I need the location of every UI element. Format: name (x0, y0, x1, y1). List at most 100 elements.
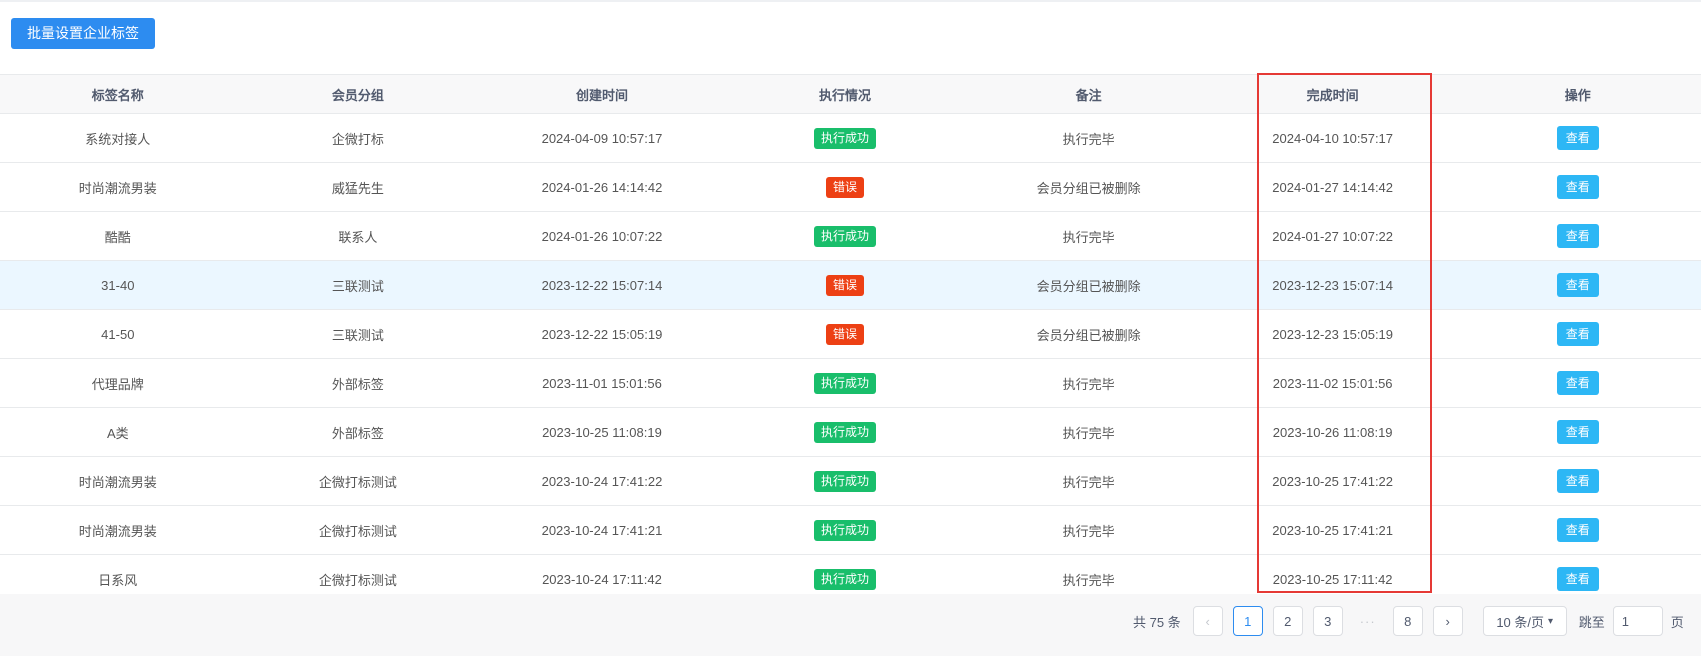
column-header-remark: 备注 (1075, 87, 1102, 103)
page-button-last[interactable]: 8 (1392, 606, 1423, 636)
cell-member-group: 企微打标测试 (318, 572, 397, 588)
cell-status: 错误 (724, 176, 967, 198)
status-badge: 执行成功 (814, 470, 877, 492)
status-badge: 错误 (826, 176, 865, 198)
cell-tag-name: 41-50 (101, 326, 135, 342)
page-size-value: 10 条/页 (1496, 614, 1545, 630)
cell-status: 执行成功 (724, 127, 967, 149)
cell-action: 查看 (1454, 371, 1701, 395)
table-row: 41-50 三联测试 2023-12-22 15:05:19 错误 会员分组已被删除 20… (0, 310, 1701, 359)
cell-remark: 执行完毕 (1062, 131, 1115, 147)
cell-status: 执行成功 (724, 372, 967, 394)
view-button[interactable]: 查看 (1556, 420, 1599, 444)
cell-finished-time: 2024-01-27 14:14:42 (1272, 179, 1394, 195)
task-table: 标签名称 会员分组 创建时间 执行情况 备注 完成时间 操作 系统对接人 企微打标… (0, 74, 1701, 604)
view-button[interactable]: 查看 (1556, 126, 1599, 150)
cell-status: 错误 (724, 323, 967, 345)
view-button[interactable]: 查看 (1556, 469, 1599, 493)
cell-created-time: 2023-12-22 15:07:14 (541, 277, 663, 293)
jump-suffix: 页 (1670, 614, 1684, 630)
view-button[interactable]: 查看 (1556, 224, 1599, 248)
cell-action: 查看 (1454, 224, 1701, 248)
cell-tag-name: 系统对接人 (85, 131, 151, 147)
toolbar: 批量设置企业标签 (11, 18, 155, 49)
pagination-bar: 共 75 条 ‹ 1 2 3 ··· 8 › 10 条/页 ▾ 跳至 页 (0, 594, 1701, 656)
cell-finished-time: 2023-10-25 17:41:22 (1272, 473, 1394, 489)
status-badge: 错误 (826, 274, 865, 296)
column-header-member-group: 会员分组 (331, 87, 384, 103)
view-button[interactable]: 查看 (1556, 567, 1599, 591)
cell-created-time: 2023-11-01 15:01:56 (542, 375, 662, 391)
batch-set-tags-button[interactable]: 批量设置企业标签 (11, 18, 155, 49)
cell-finished-time: 2023-10-26 11:08:19 (1272, 424, 1393, 440)
pagination: 共 75 条 ‹ 1 2 3 ··· 8 › 10 条/页 ▾ 跳至 页 (1133, 606, 1684, 636)
status-badge: 执行成功 (814, 519, 877, 541)
view-button[interactable]: 查看 (1556, 518, 1599, 542)
cell-status: 执行成功 (724, 225, 967, 247)
cell-action: 查看 (1454, 469, 1701, 493)
cell-created-time: 2023-10-25 11:08:19 (542, 424, 662, 440)
status-badge: 执行成功 (814, 225, 877, 247)
jump-page-input[interactable] (1612, 606, 1663, 636)
chevron-down-icon: ▾ (1548, 615, 1554, 627)
cell-created-time: 2023-10-24 17:11:42 (542, 571, 662, 587)
cell-remark: 会员分组已被删除 (1036, 278, 1141, 294)
cell-tag-name: A类 (106, 425, 129, 441)
next-page-button[interactable]: › (1432, 606, 1463, 636)
cell-action: 查看 (1454, 567, 1701, 591)
cell-finished-time: 2023-10-25 17:11:42 (1272, 571, 1393, 587)
cell-tag-name: 代理品牌 (91, 376, 144, 392)
cell-remark: 执行完毕 (1062, 229, 1115, 245)
page-size-select[interactable]: 10 条/页 ▾ (1482, 606, 1567, 636)
cell-remark: 会员分组已被删除 (1036, 180, 1141, 196)
cell-remark: 执行完毕 (1062, 376, 1115, 392)
cell-created-time: 2024-01-26 10:07:22 (541, 228, 663, 244)
page-button-2[interactable]: 2 (1272, 606, 1303, 636)
cell-action: 查看 (1454, 518, 1701, 542)
cell-finished-time: 2023-10-25 17:41:21 (1272, 522, 1394, 538)
cell-tag-name: 时尚潮流男装 (78, 523, 157, 539)
top-divider (0, 0, 1701, 2)
table-row: 系统对接人 企微打标 2024-04-09 10:57:17 执行成功 执行完毕 2024… (0, 114, 1701, 163)
cell-member-group: 企微打标测试 (318, 474, 397, 490)
view-button[interactable]: 查看 (1556, 273, 1599, 297)
view-button[interactable]: 查看 (1556, 371, 1599, 395)
cell-action: 查看 (1454, 126, 1701, 150)
table-row: 时尚潮流男装 威猛先生 2024-01-26 14:14:42 错误 会员分组已被删除 2… (0, 163, 1701, 212)
page-ellipsis[interactable]: ··· (1353, 614, 1383, 629)
cell-remark: 执行完毕 (1062, 425, 1115, 441)
page-button-3[interactable]: 3 (1312, 606, 1343, 636)
cell-created-time: 2024-04-09 10:57:17 (541, 130, 663, 146)
cell-member-group: 外部标签 (331, 425, 384, 441)
status-badge: 错误 (826, 323, 865, 345)
status-badge: 执行成功 (814, 421, 877, 443)
cell-finished-time: 2023-11-02 15:01:56 (1272, 375, 1393, 391)
table-row: A类 外部标签 2023-10-25 11:08:19 执行成功 执行完毕 2023-10… (0, 408, 1701, 457)
jump-label: 跳至 (1578, 614, 1605, 630)
cell-status: 执行成功 (724, 519, 967, 541)
cell-action: 查看 (1454, 420, 1701, 444)
cell-created-time: 2024-01-26 14:14:42 (541, 179, 663, 195)
page-button-1[interactable]: 1 (1232, 606, 1263, 636)
cell-tag-name: 31-40 (101, 277, 135, 293)
cell-created-time: 2023-12-22 15:05:19 (541, 326, 663, 342)
view-button[interactable]: 查看 (1556, 322, 1599, 346)
cell-member-group: 外部标签 (331, 376, 384, 392)
cell-member-group: 联系人 (338, 229, 378, 245)
chevron-right-icon: › (1445, 613, 1450, 629)
cell-member-group: 三联测试 (331, 327, 384, 343)
column-header-status: 执行情况 (819, 87, 872, 103)
cell-status: 执行成功 (724, 568, 967, 590)
cell-remark: 执行完毕 (1062, 474, 1115, 490)
cell-member-group: 威猛先生 (331, 180, 384, 196)
cell-tag-name: 时尚潮流男装 (78, 180, 157, 196)
cell-created-time: 2023-10-24 17:41:21 (541, 522, 663, 538)
prev-page-button[interactable]: ‹ (1192, 606, 1223, 636)
table-body: 系统对接人 企微打标 2024-04-09 10:57:17 执行成功 执行完毕 2024… (0, 114, 1701, 604)
cell-remark: 会员分组已被删除 (1036, 327, 1141, 343)
table-row: 时尚潮流男装 企微打标测试 2023-10-24 17:41:21 执行成功 执行完毕 2… (0, 506, 1701, 555)
cell-member-group: 企微打标 (331, 131, 384, 147)
table-row: 31-40 三联测试 2023-12-22 15:07:14 错误 会员分组已被删除 20… (0, 261, 1701, 310)
cell-status: 错误 (724, 274, 967, 296)
view-button[interactable]: 查看 (1556, 175, 1599, 199)
